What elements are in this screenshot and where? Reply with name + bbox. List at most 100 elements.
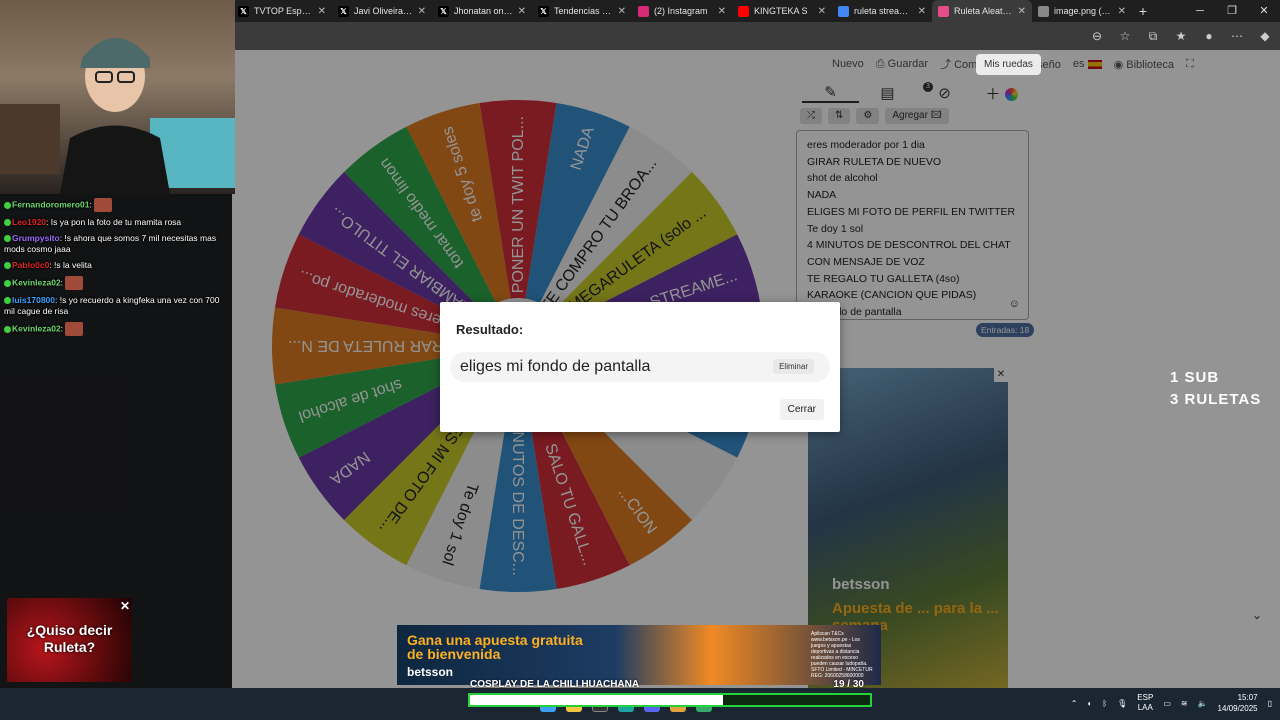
chat-badge-icon bbox=[4, 219, 11, 227]
webcam-shelf bbox=[0, 104, 60, 174]
emoji-icon[interactable]: ☺ bbox=[1009, 296, 1020, 313]
chevron-up-icon[interactable]: ⌃ bbox=[1071, 699, 1078, 708]
chat-badge-icon bbox=[4, 201, 11, 209]
new-tab-icon[interactable]: + bbox=[1132, 0, 1154, 22]
wifi-icon[interactable]: ≋ bbox=[1181, 699, 1188, 708]
browser-tab[interactable]: ruleta streamer ✕ bbox=[832, 0, 932, 22]
language-selector[interactable]: es bbox=[1073, 58, 1102, 70]
agregar-image-button[interactable]: Agregar 🖾 bbox=[885, 108, 949, 124]
results-tab-icon[interactable]: ▤ 3 bbox=[859, 82, 933, 102]
chat-username: luis170800 bbox=[12, 295, 56, 305]
chat-badge-icon bbox=[4, 235, 11, 243]
tab-close-icon[interactable]: ✕ bbox=[818, 6, 826, 17]
tab-close-icon[interactable]: ✕ bbox=[918, 6, 926, 17]
tab-close-icon[interactable]: ✕ bbox=[618, 6, 626, 17]
panel-actions: ⤮ ⇅ ⚙ Agregar 🖾 bbox=[800, 108, 949, 124]
close-window-icon[interactable]: ✕ bbox=[1248, 0, 1280, 22]
microphone-icon[interactable]: 🎙 bbox=[1117, 699, 1127, 708]
more-menu-icon[interactable]: ⋯ bbox=[1228, 27, 1246, 45]
browser-tab[interactable]: Ruleta Aleatoria ✕ bbox=[932, 0, 1032, 22]
sub-promo-overlay: 1 SUB 3 RULETAS bbox=[1170, 367, 1261, 411]
entries-textarea[interactable]: eres moderador por 1 dia GIRAR RULETA DE … bbox=[796, 130, 1029, 320]
fullscreen-icon[interactable]: ⛶ bbox=[1186, 58, 1194, 71]
entry-line: ELIGES MI FOTO DE PERFIL EN TWITTER bbox=[807, 205, 1016, 218]
chevron-down-icon[interactable]: ⌄ bbox=[1252, 608, 1262, 622]
chat-username: Kevinleza02 bbox=[12, 277, 61, 288]
result-box: eliges mi fondo de pantalla Eliminar bbox=[450, 352, 830, 382]
tab-close-icon[interactable]: ✕ bbox=[1018, 6, 1026, 17]
tab-label: Tendencias en A bbox=[554, 6, 613, 16]
tab-close-icon[interactable]: ✕ bbox=[718, 6, 726, 17]
tray-network-app-icon[interactable]: ᛒ bbox=[1102, 699, 1107, 708]
chat-text: : bbox=[89, 199, 92, 210]
tab-close-icon[interactable]: ✕ bbox=[1118, 6, 1126, 17]
color-wheel-icon bbox=[1004, 88, 1018, 102]
sort-button[interactable]: ⇅ bbox=[828, 108, 851, 124]
bookmark-star-icon[interactable]: ☆ bbox=[1116, 27, 1134, 45]
tab-close-icon[interactable]: ✕ bbox=[318, 6, 326, 17]
guardar-label: Guardar bbox=[887, 57, 929, 70]
entry-line: 4 MINUTOS DE DESCONTROL DEL CHAT bbox=[807, 239, 1011, 252]
nuevo-button[interactable]: Nuevo bbox=[832, 58, 864, 70]
chat-text: : bbox=[60, 323, 64, 334]
system-tray: ⌃ ◐ ᛒ 🎙 ESP LAA ▭ ≋ 🔈 15:07 14/09/2025 ▯ bbox=[1071, 692, 1272, 714]
lang-line1: ESP bbox=[1137, 693, 1154, 702]
chat-username: Kevinleza02 bbox=[12, 323, 61, 334]
notification-icon[interactable]: ▯ bbox=[1268, 699, 1272, 708]
volume-icon[interactable]: 🔈 bbox=[1198, 699, 1208, 708]
clock[interactable]: 15:07 14/09/2025 bbox=[1218, 692, 1258, 714]
cerrar-button[interactable]: Cerrar bbox=[779, 399, 824, 420]
window-controls: ─ ❐ ✕ bbox=[1184, 0, 1280, 22]
goal-count: 19 / 30 bbox=[833, 679, 864, 690]
tab-close-icon[interactable]: ✕ bbox=[418, 6, 426, 17]
entry-line: NADA bbox=[807, 189, 837, 202]
shuffle-button[interactable]: ⤮ bbox=[800, 108, 822, 124]
language-indicator[interactable]: ESP LAA bbox=[1137, 693, 1153, 713]
lang-line2: LAA bbox=[1137, 703, 1153, 712]
roulette-promo[interactable]: ✕ ¿Quiso decir Ruleta? bbox=[7, 598, 132, 682]
chat-text: : !s la velita bbox=[49, 260, 92, 270]
copilot-icon[interactable]: ◆ bbox=[1256, 27, 1274, 45]
stream-chat: Fernandoromero01: Leo1920: Is ya pon la … bbox=[0, 194, 235, 598]
minimize-icon[interactable]: ─ bbox=[1184, 0, 1216, 22]
wheel-icon bbox=[938, 5, 949, 17]
sub-promo-line1: 1 SUB bbox=[1170, 369, 1220, 386]
extensions-icon[interactable]: ⧉ bbox=[1144, 27, 1162, 45]
result-text: eliges mi fondo de pantalla bbox=[460, 358, 651, 375]
address-bar-icons: ⊖ ☆ ⧉ ★ ● ⋯ ◆ bbox=[1088, 27, 1274, 45]
browser-tab[interactable]: (2) Instagram ✕ bbox=[632, 0, 732, 22]
add-color-icon[interactable]: ＋ bbox=[973, 83, 1030, 104]
browser-tab[interactable]: 𝕏 Jhonatan on X: " ✕ bbox=[432, 0, 532, 22]
browser-tab[interactable]: KINGTEKA S ✕ bbox=[732, 0, 832, 22]
chat-badge-icon bbox=[4, 262, 11, 270]
browser-tab[interactable]: 𝕏 Javi Oliveira (@j ✕ bbox=[332, 0, 432, 22]
mis-ruedas-button[interactable]: Mis ruedas bbox=[976, 54, 1041, 75]
ad-close-icon[interactable]: ✕ bbox=[994, 368, 1008, 382]
banner-legal: Apliscan T&Cs www.betsson.pe - Los juego… bbox=[811, 631, 873, 679]
tab-close-icon[interactable]: ✕ bbox=[518, 6, 526, 17]
profile-avatar-icon[interactable]: ● bbox=[1200, 27, 1218, 45]
browser-tab[interactable]: image.png (248 ✕ bbox=[1032, 0, 1132, 22]
betsson-bottom-banner[interactable]: Gana una apuesta gratuita de bienvenida … bbox=[397, 625, 881, 685]
display-icon[interactable]: ▭ bbox=[1163, 699, 1171, 708]
eliminar-button[interactable]: Eliminar bbox=[773, 359, 814, 374]
x-icon: 𝕏 bbox=[538, 5, 549, 17]
promo-close-icon[interactable]: ✕ bbox=[120, 599, 130, 613]
entry-line: Te doy 1 sol bbox=[807, 222, 864, 235]
guardar-button[interactable]: ⎙ Guardar bbox=[876, 58, 928, 71]
maximize-icon[interactable]: ❐ bbox=[1216, 0, 1248, 22]
edit-entries-tab-icon[interactable]: ✎ bbox=[802, 83, 859, 103]
chat-username: Leo1920 bbox=[12, 217, 47, 227]
youtube-icon bbox=[738, 5, 749, 17]
biblioteca-button[interactable]: ◉ Biblioteca bbox=[1114, 58, 1174, 71]
browser-tab[interactable]: 𝕏 Tendencias en A ✕ bbox=[532, 0, 632, 22]
goal-progress-fill bbox=[470, 695, 724, 705]
browser-tab[interactable]: 𝕏 TVTOP España o ✕ bbox=[232, 0, 332, 22]
chat-message: luis170800: !s yo recuerdo a kingfeka un… bbox=[4, 295, 231, 317]
tray-app-icon[interactable]: ◐ bbox=[1087, 699, 1092, 708]
install-app-icon[interactable]: ⊖ bbox=[1088, 27, 1106, 45]
entries-count-badge: Entradas: 18 bbox=[976, 323, 1035, 337]
entry-line: GIRAR RULETA DE NUEVO bbox=[807, 155, 941, 168]
settings-gear-button[interactable]: ⚙ bbox=[856, 108, 880, 124]
favorites-icon[interactable]: ★ bbox=[1172, 27, 1190, 45]
